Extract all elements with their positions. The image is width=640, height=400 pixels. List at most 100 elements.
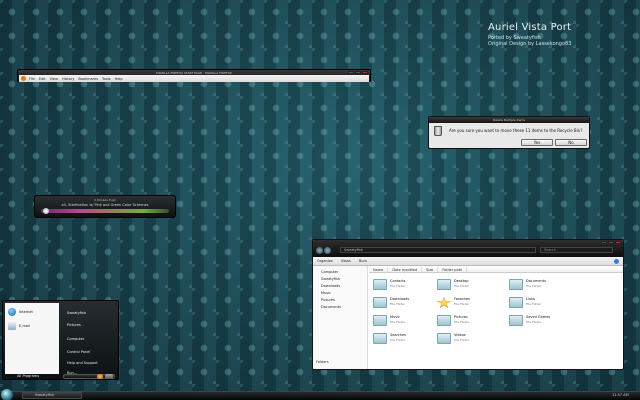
folder-icon (437, 315, 451, 326)
branding: Auriel Vista Port Ported by Sweatyfish O… (488, 22, 571, 47)
nav-item-user[interactable]: Sweatyfish (321, 277, 340, 281)
folder-item[interactable]: Searches File Folder (373, 332, 439, 346)
folder-icon (373, 279, 387, 290)
organize-button[interactable]: Organize (317, 259, 333, 263)
folder-item[interactable]: Videos File Folder (437, 332, 503, 346)
nav-item-documents[interactable]: Documents (321, 305, 341, 309)
folder-name: Music (390, 315, 400, 319)
firefox-window[interactable]: MOZILLA FIREFOX START PAGE - MOZILLA FIR… (17, 69, 371, 82)
forward-icon[interactable] (324, 247, 331, 254)
maximize-icon[interactable] (608, 241, 614, 244)
start-item-control-panel[interactable]: Control Panel (67, 350, 90, 354)
nav-item-computer[interactable]: Computer (321, 270, 338, 274)
menu-file[interactable]: File (29, 77, 35, 81)
burn-button[interactable]: Burn (359, 259, 367, 263)
menu-tools[interactable]: Tools (102, 77, 111, 81)
start-item-user[interactable]: Sweatyfish (67, 311, 86, 315)
start-item-internet[interactable]: Internet (19, 310, 33, 314)
branding-design-credit: Original Design by Lassekongo83 (488, 41, 572, 47)
folder-name: Saved Games (526, 315, 551, 319)
search-input[interactable]: Search (540, 247, 613, 253)
folder-type: File Folder (390, 338, 406, 342)
start-orb-icon[interactable] (1, 389, 13, 400)
menu-history[interactable]: History (62, 77, 74, 81)
folder-icon (437, 297, 451, 308)
menu-bookmarks[interactable]: Bookmarks (78, 77, 98, 81)
mail-icon (8, 322, 16, 330)
seek-handle[interactable] (43, 208, 50, 214)
firefox-menubar: File Edit View History Bookmarks Tools H… (19, 75, 369, 82)
media-player: 4 Strokes Eulpi e4, Starfication w/ Pink… (34, 195, 176, 218)
close-icon[interactable] (615, 241, 621, 244)
explorer-titlebar: Sweatyfish Search (313, 240, 623, 257)
media-track-subtitle: e4, Starfication w/ Pink and Green Color… (61, 203, 149, 207)
folder-name: Pictures (454, 315, 468, 319)
col-date-modified[interactable]: Date modified (388, 267, 423, 272)
nav-item-pictures[interactable]: Pictures (321, 298, 335, 302)
folder-item[interactable]: Favorites File Folder (437, 296, 503, 310)
start-item-help[interactable]: Help and Support (67, 361, 98, 365)
col-size[interactable]: Size (422, 267, 439, 272)
back-icon[interactable] (316, 247, 323, 254)
yes-button[interactable]: Yes (521, 139, 553, 146)
help-icon[interactable] (614, 259, 619, 264)
no-button[interactable]: No (555, 139, 587, 146)
folder-type: File Folder (454, 302, 470, 306)
views-button[interactable]: Views (341, 259, 351, 263)
folder-item[interactable]: Downloads File Folder (373, 296, 439, 310)
lock-icon[interactable] (105, 374, 113, 379)
folder-name: Links (526, 297, 535, 301)
menu-view[interactable]: View (50, 77, 58, 81)
col-name[interactable]: Name (369, 267, 389, 272)
folders-toggle[interactable]: Folders (316, 360, 329, 364)
address-bar[interactable]: Sweatyfish (340, 247, 536, 253)
folder-icon (373, 297, 387, 308)
minimize-icon[interactable] (601, 241, 607, 244)
folder-type: File Folder (390, 320, 406, 324)
menu-help[interactable]: Help (115, 77, 123, 81)
folder-icon (509, 297, 523, 308)
folder-type: File Folder (454, 338, 470, 342)
nav-item-music[interactable]: Music (321, 291, 331, 295)
folder-item[interactable]: Links File Folder (509, 296, 575, 310)
folder-icon (373, 333, 387, 344)
folder-icon (373, 315, 387, 326)
folder-name: Searches (390, 333, 407, 337)
firefox-icon (21, 76, 26, 81)
folder-item[interactable]: Contacts File Folder (373, 278, 439, 292)
power-icon[interactable] (97, 374, 103, 379)
minimize-icon[interactable] (348, 71, 354, 74)
folder-name: Videos (454, 333, 466, 337)
col-folder-path[interactable]: Folder path (438, 267, 468, 272)
folder-item[interactable]: Saved Games File Folder (509, 314, 575, 328)
folder-item[interactable]: Desktop File Folder (437, 278, 503, 292)
folder-type: File Folder (454, 284, 470, 288)
maximize-icon[interactable] (355, 71, 361, 74)
navigation-pane: Computer Sweatyfish Downloads Music Pict… (313, 266, 368, 369)
all-programs-button[interactable]: All Programs (17, 374, 39, 378)
dialog-title: Delete Multiple Items (429, 117, 589, 123)
clock: 11:57 AM (612, 393, 629, 397)
start-item-computer[interactable]: Computer (67, 337, 84, 341)
start-item-email[interactable]: E-mail (19, 324, 30, 328)
folder-icon (437, 279, 451, 290)
close-icon[interactable] (362, 71, 368, 74)
folder-icon (509, 279, 523, 290)
media-seek-bar[interactable] (41, 209, 169, 213)
nav-item-downloads[interactable]: Downloads (321, 284, 340, 288)
menu-edit[interactable]: Edit (39, 77, 46, 81)
taskbar-button[interactable]: Sweatyfish (22, 392, 82, 399)
start-item-pictures[interactable]: Pictures (67, 323, 81, 327)
command-bar: Organize Views Burn (313, 257, 623, 266)
media-track-title: 4 Strokes Eulpi (93, 198, 117, 202)
explorer-window-controls (601, 241, 621, 244)
folder-type: File Folder (526, 284, 542, 288)
folder-item[interactable]: Documents File Folder (509, 278, 575, 292)
folder-item[interactable]: Music File Folder (373, 314, 439, 328)
folder-type: File Folder (390, 302, 406, 306)
start-pinned-pane: Internet E-mail (5, 303, 59, 374)
folder-name: Favorites (454, 297, 470, 301)
folder-item[interactable]: Pictures File Folder (437, 314, 503, 328)
branding-title: Auriel Vista Port (488, 22, 572, 33)
dialog-message: Are you sure you want to move these 11 i… (449, 128, 583, 133)
